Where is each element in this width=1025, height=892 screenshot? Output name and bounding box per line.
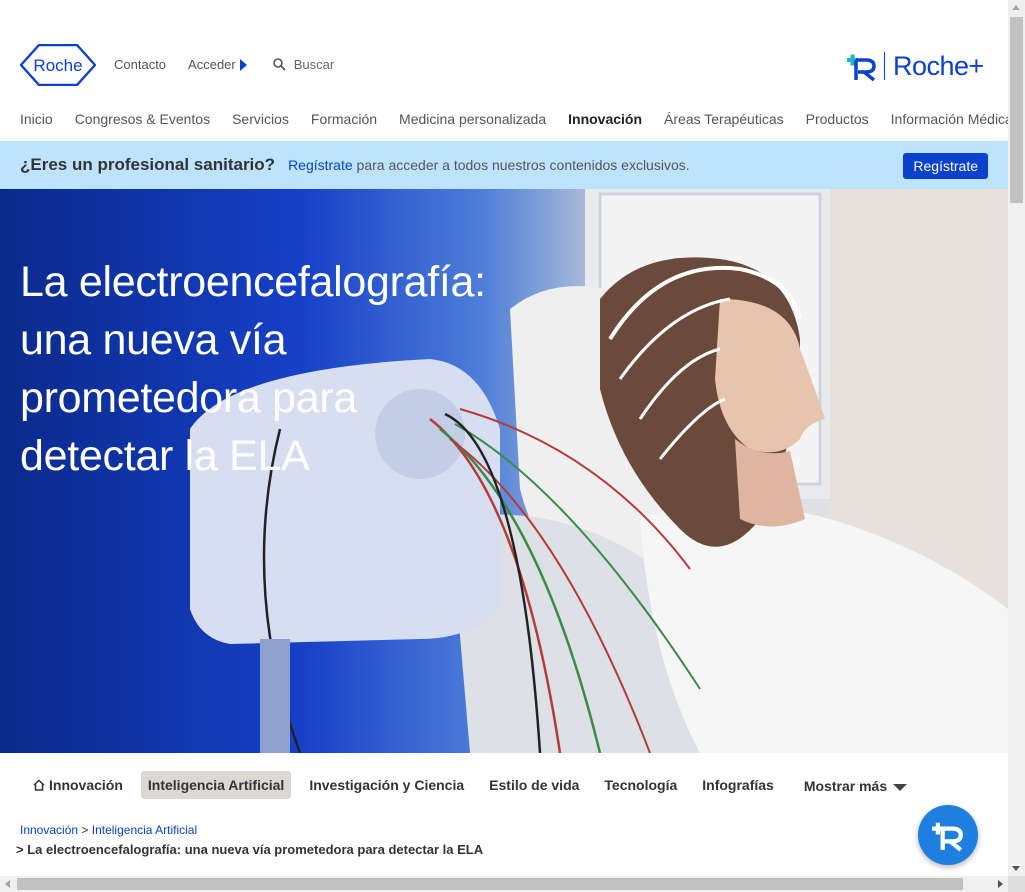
contact-link[interactable]: Contacto — [114, 57, 166, 72]
nav-item-informacion-medica[interactable]: Información Médica — [891, 111, 1013, 127]
rocheplus-logo[interactable]: Roche+ — [846, 48, 986, 84]
vertical-scrollbar[interactable] — [1008, 0, 1025, 876]
search-icon — [272, 58, 286, 71]
nav-item-innovacion[interactable]: Innovación — [568, 111, 642, 127]
chevron-down-icon — [893, 783, 908, 791]
breadcrumb-current-label: La electroencefalografía: una nueva vía … — [27, 842, 484, 857]
rocheplus-divider — [884, 52, 885, 80]
show-more-label: Mostrar más — [803, 778, 888, 794]
header: Roche Contacto Acceder Buscar Roche+ — [0, 0, 1008, 100]
logo-text: Roche — [33, 56, 82, 75]
subnav-item-tecnologia[interactable]: Tecnología — [604, 777, 677, 793]
show-more-button[interactable]: Mostrar más — [803, 778, 908, 794]
main-nav: Inicio Congresos & Eventos Servicios For… — [20, 111, 1025, 127]
caret-right-icon — [239, 58, 247, 71]
scroll-right-icon[interactable] — [998, 880, 1003, 888]
scroll-left-icon[interactable] — [5, 880, 10, 888]
subnav-item-inteligencia-artificial[interactable]: Inteligencia Artificial — [140, 771, 292, 799]
page: Roche Contacto Acceder Buscar Roche+ Ini… — [0, 0, 1025, 892]
nav-item-areas-terapeuticas[interactable]: Áreas Terapéuticas — [664, 111, 784, 127]
hero-title: La electroencefalografía: una nueva vía … — [20, 258, 486, 480]
professional-banner: ¿Eres un profesional sanitario? Regístra… — [0, 141, 1008, 189]
banner-message: Regístrate para acceder a todos nuestros… — [288, 157, 690, 173]
register-button[interactable]: Regístrate — [903, 153, 988, 179]
login-link[interactable]: Acceder — [188, 57, 247, 72]
nav-item-congresos[interactable]: Congresos & Eventos — [75, 111, 210, 127]
rocheplus-icon — [847, 54, 876, 82]
scroll-up-icon[interactable] — [1012, 5, 1020, 10]
nav-item-servicios[interactable]: Servicios — [232, 111, 289, 127]
breadcrumb-current-prefix: > — [16, 842, 24, 857]
subnav-item-infografias[interactable]: Infografías — [702, 777, 774, 793]
subnav-item-estilo-de-vida[interactable]: Estilo de vida — [489, 777, 579, 793]
rocheplus-fab[interactable] — [918, 805, 978, 865]
banner-question: ¿Eres un profesional sanitario? — [20, 155, 276, 174]
horizontal-scrollbar[interactable] — [0, 876, 1008, 892]
breadcrumb-inteligencia-artificial[interactable]: Inteligencia Artificial — [92, 823, 197, 837]
search-label: Buscar — [293, 57, 335, 72]
breadcrumb-innovacion[interactable]: Innovación — [20, 823, 78, 837]
subnav-home-label: Innovación — [49, 777, 123, 793]
nav-item-medicina-personalizada[interactable]: Medicina personalizada — [399, 111, 546, 127]
search-link[interactable]: Buscar — [272, 57, 335, 72]
nav-item-inicio[interactable]: Inicio — [20, 111, 53, 127]
utility-nav: Contacto Acceder Buscar — [114, 57, 334, 72]
login-label: Acceder — [188, 57, 236, 72]
subnav-item-investigacion-ciencia[interactable]: Investigación y Ciencia — [309, 777, 464, 793]
hero: La electroencefalografía: una nueva vía … — [0, 189, 1008, 753]
banner-register-link[interactable]: Regístrate — [288, 157, 353, 173]
breadcrumb: Innovación > Inteligencia Artificial — [20, 823, 197, 837]
horizontal-scroll-thumb[interactable] — [17, 878, 963, 890]
home-icon — [33, 779, 45, 791]
scroll-down-icon[interactable] — [1012, 866, 1020, 871]
breadcrumb-separator: > — [81, 823, 89, 837]
scrollbar-corner — [1008, 876, 1025, 892]
nav-item-formacion[interactable]: Formación — [311, 111, 377, 127]
rocheplus-fab-icon — [932, 822, 963, 852]
banner-message-text: para acceder a todos nuestros contenidos… — [352, 157, 690, 173]
breadcrumb-current: > La electroencefalografía: una nueva ví… — [16, 842, 483, 857]
nav-item-productos[interactable]: Productos — [806, 111, 869, 127]
roche-logo[interactable]: Roche — [20, 44, 96, 86]
subnav-home[interactable]: Innovación — [33, 777, 123, 793]
rocheplus-label: Roche+ — [893, 50, 984, 81]
vertical-scroll-thumb[interactable] — [1010, 17, 1023, 203]
section-subnav: Innovación Inteligencia Artificial Inves… — [33, 771, 908, 799]
